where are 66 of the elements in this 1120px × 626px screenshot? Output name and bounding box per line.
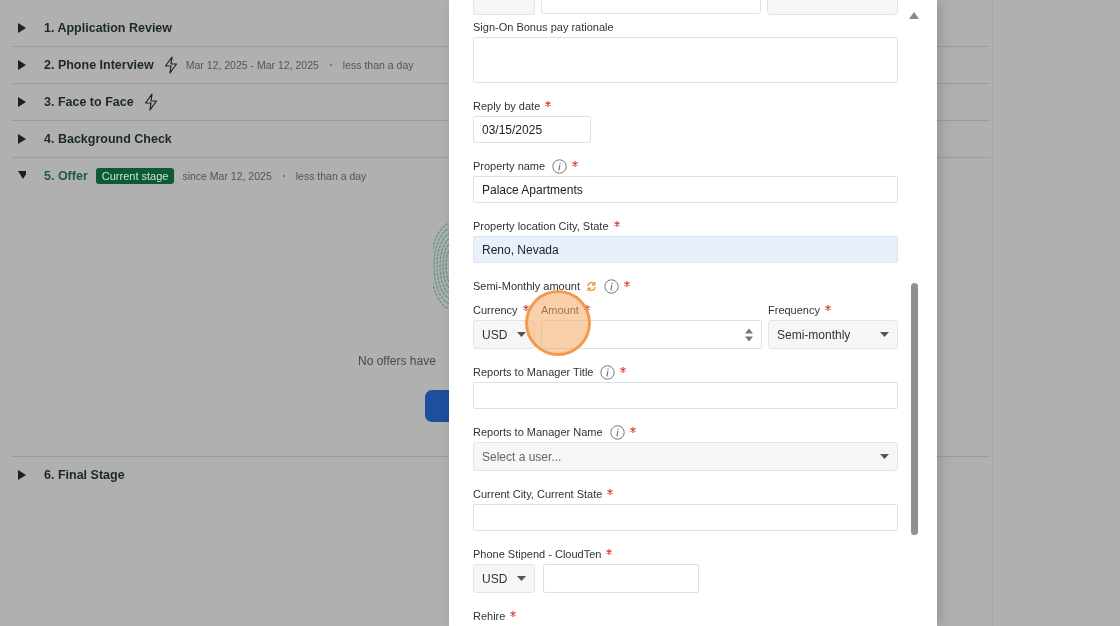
field-label: Current City, Current State [473, 488, 603, 500]
caret-icon[interactable] [18, 470, 26, 480]
required-icon [510, 610, 517, 617]
required-icon [522, 304, 529, 311]
required-icon [583, 304, 590, 311]
field-label: Phone Stipend - CloudTen [473, 548, 602, 560]
field-label: Currency [473, 304, 518, 316]
caret-icon [517, 332, 526, 337]
required-icon [607, 488, 614, 495]
field-label: Property name [473, 160, 546, 172]
amount-field[interactable] [543, 564, 699, 593]
caret-icon[interactable] [18, 134, 26, 144]
info-icon[interactable] [609, 424, 625, 440]
scroll-up-icon[interactable] [909, 12, 919, 19]
stage-title[interactable]: 1. Application Review [44, 21, 173, 35]
stage-title[interactable]: 5. Offer [44, 169, 88, 183]
field-label: Property location City, State [473, 220, 609, 232]
caret-icon [517, 576, 526, 581]
current-stage-badge: Current stage [95, 168, 175, 184]
create-offer-button[interactable] [425, 390, 449, 422]
field-label: Sign-On Bonus pay rationale [473, 21, 614, 33]
field-label: Rehire [473, 610, 506, 622]
empty-offers-message: No offers have [358, 354, 436, 368]
required-icon [825, 304, 831, 311]
stage-dates: since Mar 12, 2025 [182, 170, 272, 182]
amount-field[interactable] [541, 320, 762, 349]
caret-icon[interactable] [18, 23, 26, 33]
field-label: Reply by date [473, 100, 541, 112]
required-icon [613, 220, 620, 227]
stage-title[interactable]: 6. Final Stage [44, 468, 125, 482]
field-label: Reports to Manager Name [473, 426, 603, 438]
stage-title[interactable]: 4. Background Check [44, 132, 172, 146]
currency-dropdown[interactable]: USD [473, 320, 535, 349]
required-icon [606, 548, 613, 555]
stage-duration: less than a day [342, 59, 414, 71]
text-field[interactable]: Palace Apartments [473, 176, 898, 203]
text-field[interactable] [473, 504, 898, 531]
text-field[interactable]: Reno, Nevada [473, 236, 898, 263]
required-icon [620, 366, 627, 373]
caret-icon[interactable] [18, 97, 26, 107]
caret-icon [880, 332, 889, 337]
currency-dropdown[interactable]: USD [473, 564, 535, 593]
field-label: Semi-Monthly amount [473, 280, 580, 292]
required-icon [624, 280, 630, 287]
frequency-dropdown[interactable]: Semi-monthly [768, 320, 898, 349]
required-icon [629, 426, 636, 433]
spinner-icon[interactable] [745, 327, 753, 342]
stage-title[interactable]: 2. Phone Interview [44, 58, 154, 72]
field-label: Amount [541, 304, 579, 316]
field-label: Frequency [768, 304, 820, 316]
caret-icon [880, 454, 889, 459]
date-field[interactable]: 03/15/2025 [473, 116, 591, 143]
info-icon[interactable] [604, 278, 619, 294]
caret-icon[interactable] [18, 60, 26, 70]
info-icon[interactable] [552, 158, 568, 174]
field-label: Reports to Manager Title [473, 366, 594, 378]
stage-dates: Mar 12, 2025 - Mar 12, 2025 [185, 59, 319, 71]
info-icon[interactable] [600, 364, 616, 380]
text-field[interactable] [473, 382, 898, 409]
scrollbar-thumb[interactable] [911, 283, 918, 535]
required-icon [572, 160, 579, 167]
stage-duration: less than a day [295, 170, 367, 182]
stage-title[interactable]: 3. Face to Face [44, 95, 134, 109]
user-dropdown[interactable]: Select a user... [473, 442, 898, 471]
caret-icon[interactable] [18, 171, 26, 181]
required-icon [545, 100, 552, 107]
